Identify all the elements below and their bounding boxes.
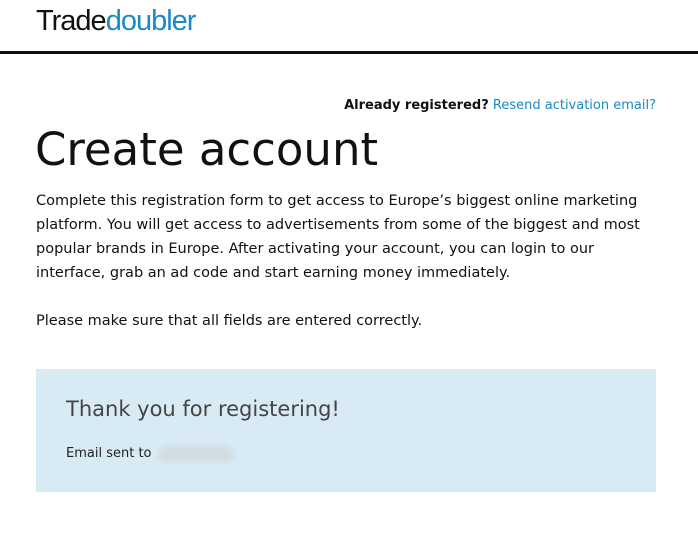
intro-paragraph: Complete this registration form to get a… — [36, 193, 640, 281]
redacted-email-address — [157, 445, 234, 462]
site-header: Tradedoubler — [0, 0, 698, 54]
registration-confirmation-box: Thank you for registering! Email sent to — [36, 369, 656, 492]
confirmation-title: Thank you for registering! — [66, 397, 340, 421]
already-registered-label: Already registered? — [344, 98, 489, 113]
logo-text-trade: Trade — [36, 5, 107, 37]
email-sent-line: Email sent to — [66, 445, 234, 463]
logo-text-doubler: doubler — [105, 5, 197, 37]
already-registered-line: Already registered? Resend activation em… — [344, 98, 656, 114]
resend-activation-link[interactable]: Resend activation email? — [493, 98, 656, 113]
page-title: Create account — [35, 123, 379, 176]
email-sent-label: Email sent to — [66, 446, 152, 461]
fields-note: Please make sure that all fields are ent… — [36, 313, 423, 329]
tradedoubler-logo[interactable]: Tradedoubler — [36, 4, 197, 38]
